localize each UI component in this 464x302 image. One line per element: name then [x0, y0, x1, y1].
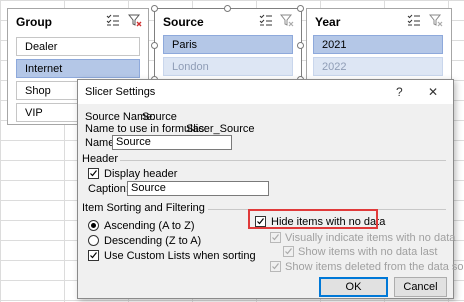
show-deleted-label: Show items deleted from the data source	[285, 261, 464, 273]
resize-handle[interactable]	[224, 5, 231, 12]
resize-handle[interactable]	[151, 5, 158, 12]
multi-select-icon[interactable]	[259, 13, 273, 27]
descending-label: Descending (Z to A)	[104, 235, 202, 247]
show-deleted-checkbox[interactable]	[270, 261, 281, 272]
display-header-label: Display header	[104, 168, 178, 180]
annotation-highlight	[248, 209, 378, 229]
visually-indicate-checkbox[interactable]	[270, 232, 281, 243]
resize-handle[interactable]	[151, 42, 158, 49]
year-slicer[interactable]: Year 2021 2022	[306, 8, 452, 82]
ok-button[interactable]: OK	[319, 277, 388, 297]
help-icon[interactable]: ?	[396, 85, 403, 99]
caption-label: Caption:	[88, 183, 129, 195]
custom-lists-checkbox[interactable]	[88, 250, 99, 261]
slicer-item[interactable]: Paris	[163, 35, 293, 54]
formula-name-value: Slicer_Source	[186, 123, 255, 135]
ascending-label: Ascending (A to Z)	[104, 220, 195, 232]
slicer-item[interactable]: London	[163, 57, 293, 76]
header-section-label: Header	[82, 153, 119, 165]
slicer-settings-dialog: Slicer Settings ? ✕ Source Name: Source …	[77, 79, 464, 299]
ascending-radio[interactable]	[88, 220, 99, 231]
sorting-section-label: Item Sorting and Filtering	[82, 202, 205, 214]
dialog-titlebar[interactable]: Slicer Settings ? ✕	[78, 80, 453, 104]
resize-handle[interactable]	[297, 5, 304, 12]
clear-filter-icon[interactable]	[429, 13, 443, 27]
show-last-label: Show items with no data last	[298, 246, 438, 258]
dialog-title: Slicer Settings	[85, 86, 156, 98]
close-icon[interactable]: ✕	[428, 85, 438, 99]
source-slicer[interactable]: Source Paris London	[154, 8, 302, 82]
custom-lists-label: Use Custom Lists when sorting	[104, 250, 256, 262]
divider	[120, 160, 446, 161]
resize-handle[interactable]	[297, 42, 304, 49]
multi-select-icon[interactable]	[407, 13, 421, 27]
slicer-item[interactable]: Internet	[16, 59, 140, 78]
descending-radio[interactable]	[88, 235, 99, 246]
display-header-checkbox[interactable]	[88, 168, 99, 179]
slicer-item[interactable]: 2022	[313, 57, 443, 76]
slicer-item[interactable]: 2021	[313, 35, 443, 54]
clear-filter-icon[interactable]	[128, 13, 142, 27]
multi-select-icon[interactable]	[106, 13, 120, 27]
source-slicer-header: Source	[163, 15, 204, 29]
show-last-checkbox[interactable]	[283, 246, 294, 257]
cancel-button[interactable]: Cancel	[394, 277, 447, 297]
source-name-value: Source	[142, 111, 177, 123]
slicer-item[interactable]: Dealer	[16, 37, 140, 56]
group-slicer-header: Group	[16, 15, 52, 29]
clear-filter-icon[interactable]	[280, 13, 294, 27]
year-slicer-header: Year	[315, 15, 341, 29]
name-field[interactable]: Source	[112, 135, 232, 150]
visually-indicate-label: Visually indicate items with no data	[285, 232, 456, 244]
caption-field[interactable]: Source	[127, 181, 269, 196]
